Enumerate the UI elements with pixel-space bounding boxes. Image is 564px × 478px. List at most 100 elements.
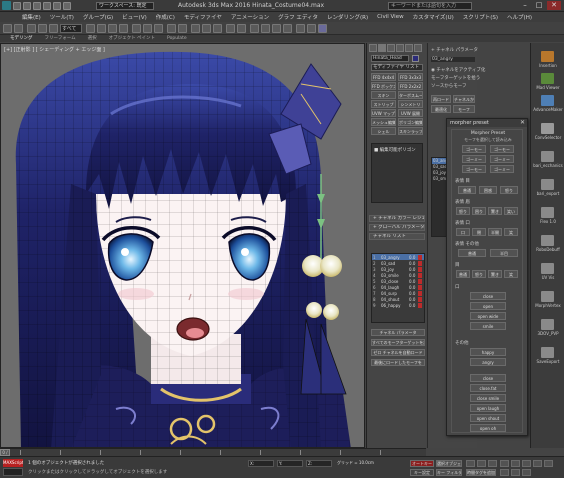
dialog-title[interactable]: morpher preset: [447, 119, 527, 127]
channel-row[interactable]: 6 04_laugh 0.0: [372, 284, 424, 290]
preset-button[interactable]: 普通: [458, 249, 486, 257]
rollout-global-parameters[interactable]: + グローバル パラメータ: [369, 224, 425, 231]
render-frame-icon[interactable]: [307, 24, 316, 33]
key-filters-button[interactable]: キー フィルタ...: [436, 469, 462, 476]
channel-row[interactable]: 8 04_shout 0.0: [372, 296, 424, 302]
preset-button[interactable]: ゴーミー: [462, 155, 486, 163]
channel-value[interactable]: 0.0: [409, 285, 418, 290]
morph-vertex-icon[interactable]: [541, 291, 554, 302]
preset-button[interactable]: ゴーモー: [462, 145, 486, 153]
fov-icon[interactable]: [500, 469, 509, 476]
menu-scripting[interactable]: スクリプト(S): [463, 13, 498, 21]
render-icon[interactable]: [318, 24, 327, 33]
menu-animation[interactable]: アニメーション: [231, 13, 269, 21]
bind-space-warp-icon[interactable]: [49, 24, 58, 33]
channel-row[interactable]: 9 06_happy 0.0: [372, 302, 424, 308]
modifier-button[interactable]: FFD ボックス: [371, 82, 396, 90]
preset-button[interactable]: 怒り: [472, 270, 486, 278]
viewport-perspective[interactable]: [+] [正射影 ] [ シェーディング + エッジ面 ]: [0, 43, 365, 448]
channel-value[interactable]: 0.0: [409, 279, 418, 284]
modifier-button[interactable]: シンメトリ: [398, 100, 423, 108]
modifier-button[interactable]: ストリップ: [371, 100, 396, 108]
preset-button[interactable]: open shout: [470, 414, 506, 422]
channel-row[interactable]: 1 03_angry 0.0: [372, 254, 424, 260]
modifier-button[interactable]: UVW マップ: [371, 109, 396, 117]
preset-button[interactable]: close: [470, 374, 506, 382]
project-icon[interactable]: [63, 1, 71, 10]
channel-value[interactable]: 0.0: [409, 297, 418, 302]
pivot-icon[interactable]: [178, 24, 187, 33]
reload-button[interactable]: 再ロード: [431, 95, 451, 103]
redo-icon[interactable]: [53, 1, 61, 10]
search-input[interactable]: キーワードまたは語句を入力: [388, 2, 472, 10]
channel-value[interactable]: 0.0: [409, 291, 418, 296]
prev-frame-icon[interactable]: [466, 460, 475, 467]
time-slider[interactable]: 0 / 100: [0, 449, 10, 461]
preset-button[interactable]: ゴーミー: [490, 165, 514, 173]
modifier-stack[interactable]: ■ 編集可能ポリゴン: [371, 143, 423, 203]
mirror-icon[interactable]: [226, 24, 235, 33]
conv-selector-icon[interactable]: [541, 123, 554, 134]
viewport-label[interactable]: [+] [正射影 ] [ シェーディング + エッジ面 ]: [4, 46, 105, 53]
maxscript-listener[interactable]: MAXScript: [3, 459, 23, 467]
undo-tool-icon[interactable]: [3, 24, 12, 33]
tab-selection[interactable]: 選択: [88, 35, 97, 42]
walk-icon[interactable]: [511, 469, 520, 476]
app-logo-icon[interactable]: [2, 1, 11, 10]
modifier-button[interactable]: ターボスムーズ: [398, 91, 423, 99]
auto-load-zero-button[interactable]: ゼロ チャネルを自動ロード: [371, 349, 425, 356]
link-icon[interactable]: [27, 24, 36, 33]
flex-icon[interactable]: [541, 207, 554, 218]
modifier-button[interactable]: スキンラップ: [398, 127, 423, 135]
channel-value[interactable]: 0.0: [409, 303, 418, 308]
uv-vis-icon[interactable]: [541, 263, 554, 274]
channel-row[interactable]: 3 03_joy 0.0: [372, 266, 424, 272]
menu-create[interactable]: 作成(C): [156, 13, 175, 21]
modifier-button[interactable]: FFD 4x4x4: [371, 73, 396, 81]
panel2-heading[interactable]: + チャネル パラメータ: [431, 47, 478, 53]
preset-button[interactable]: close.fat: [470, 384, 506, 392]
modifier-button[interactable]: スキン: [371, 91, 396, 99]
workspace-selector[interactable]: ワークスペース: 既定: [96, 2, 154, 10]
ref-coord-icon[interactable]: [167, 24, 176, 33]
menu-tools[interactable]: ツール(T): [50, 13, 74, 21]
display-tab-icon[interactable]: [405, 44, 413, 52]
preset-button[interactable]: smile: [470, 322, 506, 330]
insertion-icon[interactable]: [541, 51, 554, 62]
object-name-field[interactable]: Hinata_Head: [371, 55, 409, 62]
modifier-button[interactable]: メッシュ編集: [371, 118, 396, 126]
close-button[interactable]: ✕: [547, 1, 561, 10]
selected-dropdown[interactable]: 選択オブジェクト: [436, 460, 462, 467]
rollout-channel-list[interactable]: チャネル リスト: [369, 233, 425, 240]
preset-button[interactable]: 笑い: [504, 207, 518, 215]
preset-button[interactable]: 半開: [488, 228, 502, 236]
menu-modifiers[interactable]: モディファイヤ: [184, 13, 222, 21]
select-object-icon[interactable]: [86, 24, 95, 33]
move-icon[interactable]: [132, 24, 141, 33]
tab-object-paint[interactable]: オブジェクト ペイント: [109, 35, 155, 42]
preset-button[interactable]: 半目: [490, 249, 518, 257]
modifier-button[interactable]: UVW 展開: [398, 109, 423, 117]
hierarchy-tab-icon[interactable]: [387, 44, 395, 52]
open-file-icon[interactable]: [23, 1, 31, 10]
timeline[interactable]: 0 / 100: [0, 448, 426, 461]
preset-button[interactable]: 笑: [504, 228, 518, 236]
morph-channel-list[interactable]: 1 03_angry 0.0 2 03_sad 0.0 3 03_joy 0.0 4 03_s…: [371, 253, 425, 323]
object-color-swatch[interactable]: [412, 55, 419, 62]
material-editor-icon[interactable]: [283, 24, 292, 33]
angle-snap-icon[interactable]: [202, 24, 211, 33]
save-icon[interactable]: [33, 1, 41, 10]
menu-view[interactable]: ビュー(V): [122, 13, 147, 21]
last-loaded-button[interactable]: 最後にロードしたモーフを: [371, 359, 425, 366]
channel-row[interactable]: 4 03_smile 0.0: [372, 272, 424, 278]
schematic-view-icon[interactable]: [272, 24, 281, 33]
render-setup-icon[interactable]: [296, 24, 305, 33]
new-file-icon[interactable]: [13, 1, 21, 10]
modifier-list-dropdown[interactable]: モディファイヤ リスト: [371, 64, 423, 71]
channel-active-toggle[interactable]: ◉ チャネルをアクティブ化: [431, 67, 485, 73]
modifier-button[interactable]: シェル: [371, 127, 396, 135]
stack-item[interactable]: ■ 編集可能ポリゴン: [374, 147, 416, 153]
auto-key-button[interactable]: オートキー: [410, 460, 434, 467]
modifier-button[interactable]: FFD 3x3x3: [398, 73, 423, 81]
align-icon[interactable]: [237, 24, 246, 33]
